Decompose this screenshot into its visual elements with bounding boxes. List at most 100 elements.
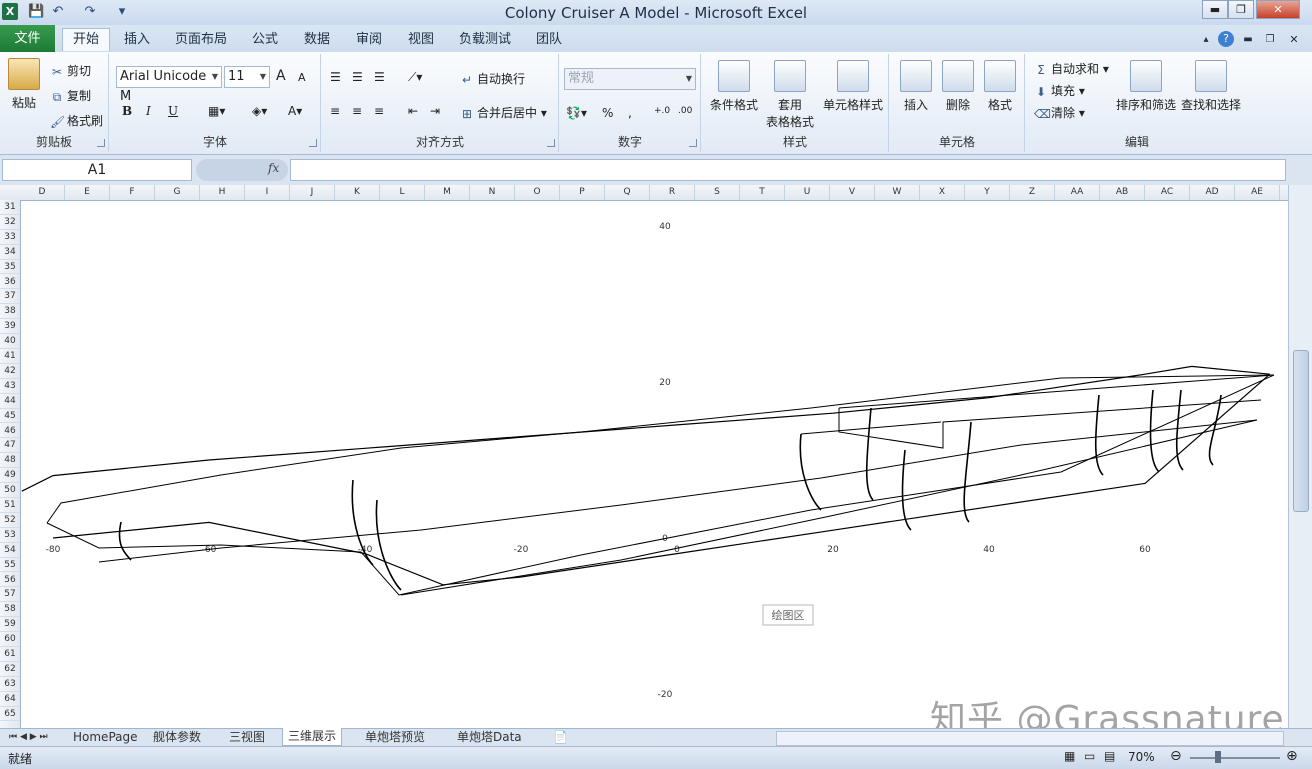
column-header-AB[interactable]: AB	[1100, 185, 1145, 200]
align-top-icon[interactable]: ☰	[330, 70, 341, 84]
cut-button[interactable]: ✂ 剪切	[50, 62, 91, 79]
row-header-44[interactable]: 44	[0, 394, 20, 409]
column-header-AC[interactable]: AC	[1145, 185, 1190, 200]
align-middle-icon[interactable]: ☰	[352, 70, 363, 84]
row-header-63[interactable]: 63	[0, 677, 20, 692]
font-color-icon[interactable]: A▾	[288, 104, 302, 118]
column-header-Z[interactable]: Z	[1010, 185, 1055, 200]
new-sheet-icon[interactable]: 📄	[548, 729, 573, 746]
column-header-X[interactable]: X	[920, 185, 965, 200]
row-header-51[interactable]: 51	[0, 498, 20, 513]
format-cells-button[interactable]: 格式	[980, 60, 1020, 113]
align-bottom-icon[interactable]: ☰	[374, 70, 385, 84]
column-header-W[interactable]: W	[875, 185, 920, 200]
row-header-60[interactable]: 60	[0, 632, 20, 647]
shrink-font-button[interactable]: A	[298, 71, 306, 84]
row-header-46[interactable]: 46	[0, 424, 20, 439]
paste-button[interactable]: 粘贴	[4, 58, 44, 111]
autosum-button[interactable]: Σ 自动求和 ▾	[1034, 60, 1109, 77]
copy-button[interactable]: ⧉ 复制	[50, 87, 91, 104]
horizontal-scrollbar[interactable]	[776, 731, 1284, 746]
orientation-icon[interactable]: ⟋▾	[408, 70, 422, 85]
sheet-tab-hull-params[interactable]: 舰体参数	[148, 729, 206, 746]
tab-load-test[interactable]: 负载测试	[454, 29, 516, 51]
row-header-64[interactable]: 64	[0, 692, 20, 707]
row-header-56[interactable]: 56	[0, 573, 20, 588]
column-header-J[interactable]: J	[290, 185, 335, 200]
align-right-icon[interactable]: ≡	[374, 104, 384, 118]
chart-plot[interactable]: -80 -60 -40 -20 0 20 40 6040200-20绘图区	[21, 200, 1288, 728]
normal-view-icon[interactable]: ▦	[1064, 749, 1075, 763]
sheet-tab-turret-preview[interactable]: 单炮塔预览	[360, 729, 430, 746]
sheet-tab-homepage[interactable]: HomePage	[68, 729, 143, 746]
column-header-M[interactable]: M	[425, 185, 470, 200]
row-header-57[interactable]: 57	[0, 587, 20, 603]
row-header-65[interactable]: 65	[0, 707, 20, 722]
percent-button[interactable]: %	[602, 106, 613, 120]
column-header-E[interactable]: E	[65, 185, 110, 200]
fill-color-icon[interactable]: ◈▾	[252, 104, 267, 118]
formula-input[interactable]	[290, 159, 1286, 181]
column-header-Y[interactable]: Y	[965, 185, 1010, 200]
align-center-icon[interactable]: ≡	[352, 104, 362, 118]
sheet-tab-turret-data[interactable]: 单炮塔Data	[452, 729, 527, 746]
row-header-59[interactable]: 59	[0, 617, 20, 633]
row-header-47[interactable]: 47	[0, 438, 20, 454]
tab-formulas[interactable]: 公式	[248, 29, 282, 51]
format-painter-button[interactable]: 🖌 格式刷	[50, 112, 103, 129]
column-header-L[interactable]: L	[380, 185, 425, 200]
underline-button[interactable]: U	[168, 104, 178, 118]
conditional-format-button[interactable]: 条件格式	[706, 60, 762, 113]
clear-button[interactable]: ⌫清除 ▾	[1034, 104, 1085, 121]
row-header-38[interactable]: 38	[0, 304, 20, 320]
bold-button[interactable]: B	[122, 104, 132, 118]
row-header-48[interactable]: 48	[0, 453, 20, 469]
page-layout-view-icon[interactable]: ▭	[1084, 749, 1095, 763]
row-header-58[interactable]: 58	[0, 602, 20, 618]
row-header-40[interactable]: 40	[0, 334, 20, 349]
row-header-37[interactable]: 37	[0, 289, 20, 305]
row-header-43[interactable]: 43	[0, 379, 20, 394]
column-header-Q[interactable]: Q	[605, 185, 650, 200]
increase-indent-icon[interactable]: ⇥	[430, 104, 440, 118]
row-header-62[interactable]: 62	[0, 662, 20, 677]
wrap-text-button[interactable]: ↵ 自动换行	[460, 70, 525, 87]
close-button[interactable]: ✕	[1256, 0, 1300, 19]
name-box[interactable]: A1	[2, 159, 192, 181]
increase-decimal-button[interactable]: +.0	[654, 106, 670, 116]
tab-data[interactable]: 数据	[300, 29, 334, 51]
page-break-view-icon[interactable]: ▤	[1104, 749, 1115, 763]
workbook-minimize-icon[interactable]: ▬	[1240, 29, 1256, 51]
column-header-N[interactable]: N	[470, 185, 515, 200]
currency-icon[interactable]: 💱▾	[566, 106, 587, 120]
number-format-select[interactable]: 常规 ▼	[564, 68, 696, 90]
scroll-thumb[interactable]	[1293, 350, 1309, 512]
vertical-scrollbar[interactable]	[1288, 185, 1312, 728]
zoom-slider-thumb[interactable]	[1215, 751, 1221, 763]
row-header-52[interactable]: 52	[0, 513, 20, 528]
row-header-35[interactable]: 35	[0, 260, 20, 275]
row-header-42[interactable]: 42	[0, 364, 20, 379]
workbook-restore-icon[interactable]: ❐	[1262, 29, 1278, 51]
row-header-55[interactable]: 55	[0, 558, 20, 573]
font-name-select[interactable]: Arial Unicode M ▼	[116, 66, 222, 104]
row-header-53[interactable]: 53	[0, 528, 20, 543]
cell-styles-button[interactable]: 单元格样式	[820, 60, 886, 113]
tab-view[interactable]: 视图	[404, 29, 438, 51]
row-header-36[interactable]: 36	[0, 275, 20, 290]
column-header-V[interactable]: V	[830, 185, 875, 200]
dialog-launcher-icon[interactable]	[309, 139, 317, 147]
zoom-level[interactable]: 70%	[1128, 750, 1155, 764]
zoom-out-icon[interactable]: ⊖	[1170, 748, 1182, 764]
column-header-AE[interactable]: AE	[1235, 185, 1280, 200]
decrease-decimal-button[interactable]: .00	[678, 106, 692, 116]
row-header-33[interactable]: 33	[0, 230, 20, 245]
italic-button[interactable]: I	[146, 104, 151, 118]
tab-review[interactable]: 审阅	[352, 29, 386, 51]
sheet-tab-3d-display[interactable]: 三维展示	[282, 728, 343, 746]
column-header-G[interactable]: G	[155, 185, 200, 200]
row-header-41[interactable]: 41	[0, 349, 20, 364]
row-header-32[interactable]: 32	[0, 215, 20, 230]
row-header-34[interactable]: 34	[0, 245, 20, 260]
sheet-tab-three-view[interactable]: 三视图	[224, 729, 270, 746]
